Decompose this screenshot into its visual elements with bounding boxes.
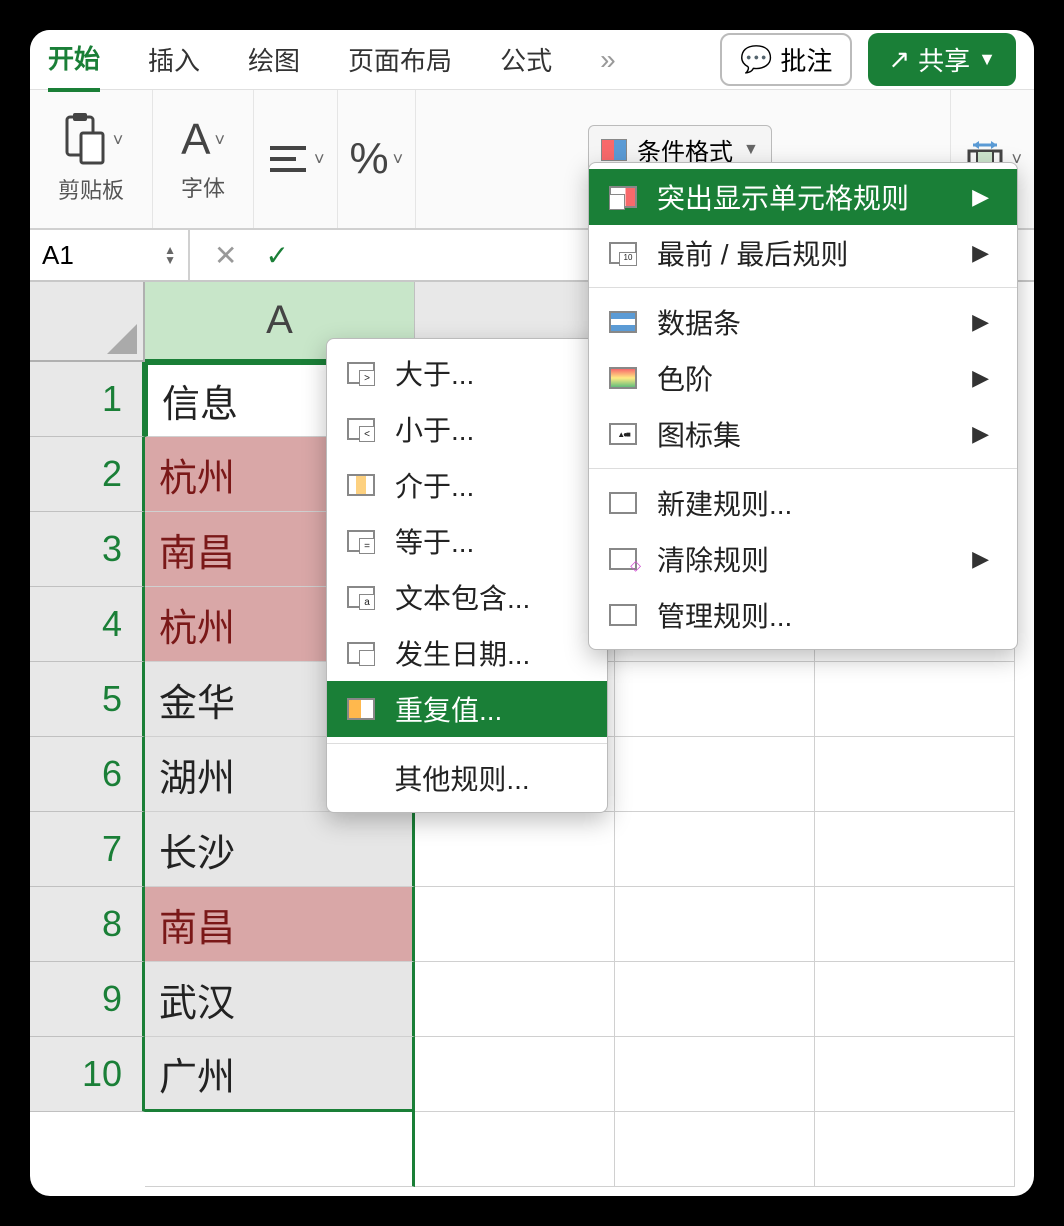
more-tabs-icon[interactable]: » [600, 44, 616, 76]
excel-window: 开始 插入 绘图 页面布局 公式 » 💬 批注 ↗ 共享 ▼ ˅ 剪贴板 [30, 30, 1034, 1196]
submenu-arrow-icon: ▶ [972, 365, 989, 391]
confirm-icon[interactable]: ✓ [265, 239, 288, 272]
submenu-arrow-icon: ▶ [972, 309, 989, 335]
share-icon: ↗ [888, 44, 910, 75]
tab-pagelayout[interactable]: 页面布局 [348, 30, 452, 90]
cell[interactable] [415, 962, 615, 1037]
menu-top-bottom-rules[interactable]: 最前 / 最后规则▶ [589, 225, 1017, 281]
row-header[interactable]: 1 [30, 362, 145, 437]
menu-separator [327, 743, 607, 744]
font-label: 字体 [181, 171, 225, 203]
row-header[interactable]: 5 [30, 662, 145, 737]
row-header[interactable]: 2 [30, 437, 145, 512]
menu-equal-to[interactable]: 等于... [327, 513, 607, 569]
menu-separator [589, 468, 1017, 469]
percent-icon: % ˅ [350, 134, 404, 184]
menu-more-rules[interactable]: 其他规则... [327, 750, 607, 806]
share-button[interactable]: ↗ 共享 ▼ [868, 33, 1016, 86]
cell[interactable] [615, 887, 815, 962]
cell[interactable] [815, 962, 1015, 1037]
cell-A10[interactable]: 广州 [145, 1037, 415, 1112]
share-label: 共享 [918, 41, 970, 78]
cell[interactable] [415, 812, 615, 887]
row-header[interactable]: 8 [30, 887, 145, 962]
menu-greater-than[interactable]: 大于... [327, 345, 607, 401]
menu-new-rule[interactable]: 新建规则... [589, 475, 1017, 531]
cell[interactable] [145, 1112, 415, 1187]
menu-manage-rules[interactable]: 管理规则... [589, 587, 1017, 643]
group-clipboard[interactable]: ˅ 剪贴板 [30, 90, 153, 228]
cell[interactable] [815, 1037, 1015, 1112]
cell[interactable] [415, 1037, 615, 1112]
comment-icon: 💬 [740, 44, 772, 75]
menu-text-contains[interactable]: 文本包含... [327, 569, 607, 625]
menu-less-than[interactable]: 小于... [327, 401, 607, 457]
menu-data-bars[interactable]: 数据条▶ [589, 294, 1017, 350]
cell[interactable] [815, 737, 1015, 812]
row-header[interactable]: 7 [30, 812, 145, 887]
submenu-arrow-icon: ▶ [972, 240, 989, 266]
row-headers: 1 2 3 4 5 6 7 8 9 10 [30, 362, 145, 1112]
highlight-rules-submenu: 大于... 小于... 介于... 等于... 文本包含... 发生日期... … [326, 338, 608, 813]
cell[interactable] [615, 1037, 815, 1112]
conditional-format-menu: 突出显示单元格规则▶ 最前 / 最后规则▶ 数据条▶ 色阶▶ 图标集▶ 新建规则… [588, 162, 1018, 650]
submenu-arrow-icon: ▶ [972, 184, 989, 210]
row-header[interactable]: 9 [30, 962, 145, 1037]
cell[interactable] [415, 1112, 615, 1187]
row-header[interactable]: 10 [30, 1037, 145, 1112]
cell-A9[interactable]: 武汉 [145, 962, 415, 1037]
clipboard-icon: ˅ [59, 113, 124, 167]
cell-A8[interactable]: 南昌 [145, 887, 415, 962]
menu-date-occurring[interactable]: 发生日期... [327, 625, 607, 681]
cell-A7[interactable]: 长沙 [145, 812, 415, 887]
name-box[interactable]: A1 ▲▼ [30, 230, 190, 280]
row-header[interactable]: 4 [30, 587, 145, 662]
align-icon: ˅ [266, 142, 325, 176]
row-header[interactable]: 6 [30, 737, 145, 812]
cancel-icon[interactable]: ✕ [214, 239, 237, 272]
cell[interactable] [815, 1112, 1015, 1187]
row-header[interactable]: 3 [30, 512, 145, 587]
cell[interactable] [615, 1112, 815, 1187]
chevron-down-icon: ▼ [978, 49, 996, 70]
tab-draw[interactable]: 绘图 [248, 30, 300, 90]
menu-highlight-cell-rules[interactable]: 突出显示单元格规则▶ [589, 169, 1017, 225]
cell[interactable] [615, 737, 815, 812]
tab-formulas[interactable]: 公式 [500, 30, 552, 90]
menu-duplicate-values[interactable]: 重复值... [327, 681, 607, 737]
cell[interactable] [415, 887, 615, 962]
font-icon: A ˅ [181, 115, 225, 165]
group-font[interactable]: A ˅ 字体 [153, 90, 254, 228]
group-align[interactable]: ˅ [254, 90, 338, 228]
tab-insert[interactable]: 插入 [148, 30, 200, 90]
tab-home[interactable]: 开始 [48, 30, 100, 92]
ribbon-tabs: 开始 插入 绘图 页面布局 公式 » 💬 批注 ↗ 共享 ▼ [30, 30, 1034, 90]
submenu-arrow-icon: ▶ [972, 546, 989, 572]
comments-label: 批注 [780, 41, 832, 78]
menu-clear-rules[interactable]: 清除规则▶ [589, 531, 1017, 587]
name-box-stepper[interactable]: ▲▼ [164, 245, 176, 265]
name-box-value: A1 [42, 240, 74, 271]
comments-button[interactable]: 💬 批注 [720, 33, 852, 86]
cell[interactable] [815, 662, 1015, 737]
cell[interactable] [815, 887, 1015, 962]
menu-color-scales[interactable]: 色阶▶ [589, 350, 1017, 406]
select-all-corner[interactable] [30, 282, 145, 362]
menu-separator [589, 287, 1017, 288]
cell[interactable] [815, 812, 1015, 887]
group-number[interactable]: % ˅ [338, 90, 417, 228]
cell[interactable] [615, 962, 815, 1037]
chevron-down-icon: ▼ [743, 141, 759, 159]
conditional-format-icon [601, 139, 627, 161]
menu-icon-sets[interactable]: 图标集▶ [589, 406, 1017, 462]
cell[interactable] [615, 812, 815, 887]
menu-between[interactable]: 介于... [327, 457, 607, 513]
submenu-arrow-icon: ▶ [972, 421, 989, 447]
cell[interactable] [615, 662, 815, 737]
clipboard-label: 剪贴板 [58, 173, 124, 205]
